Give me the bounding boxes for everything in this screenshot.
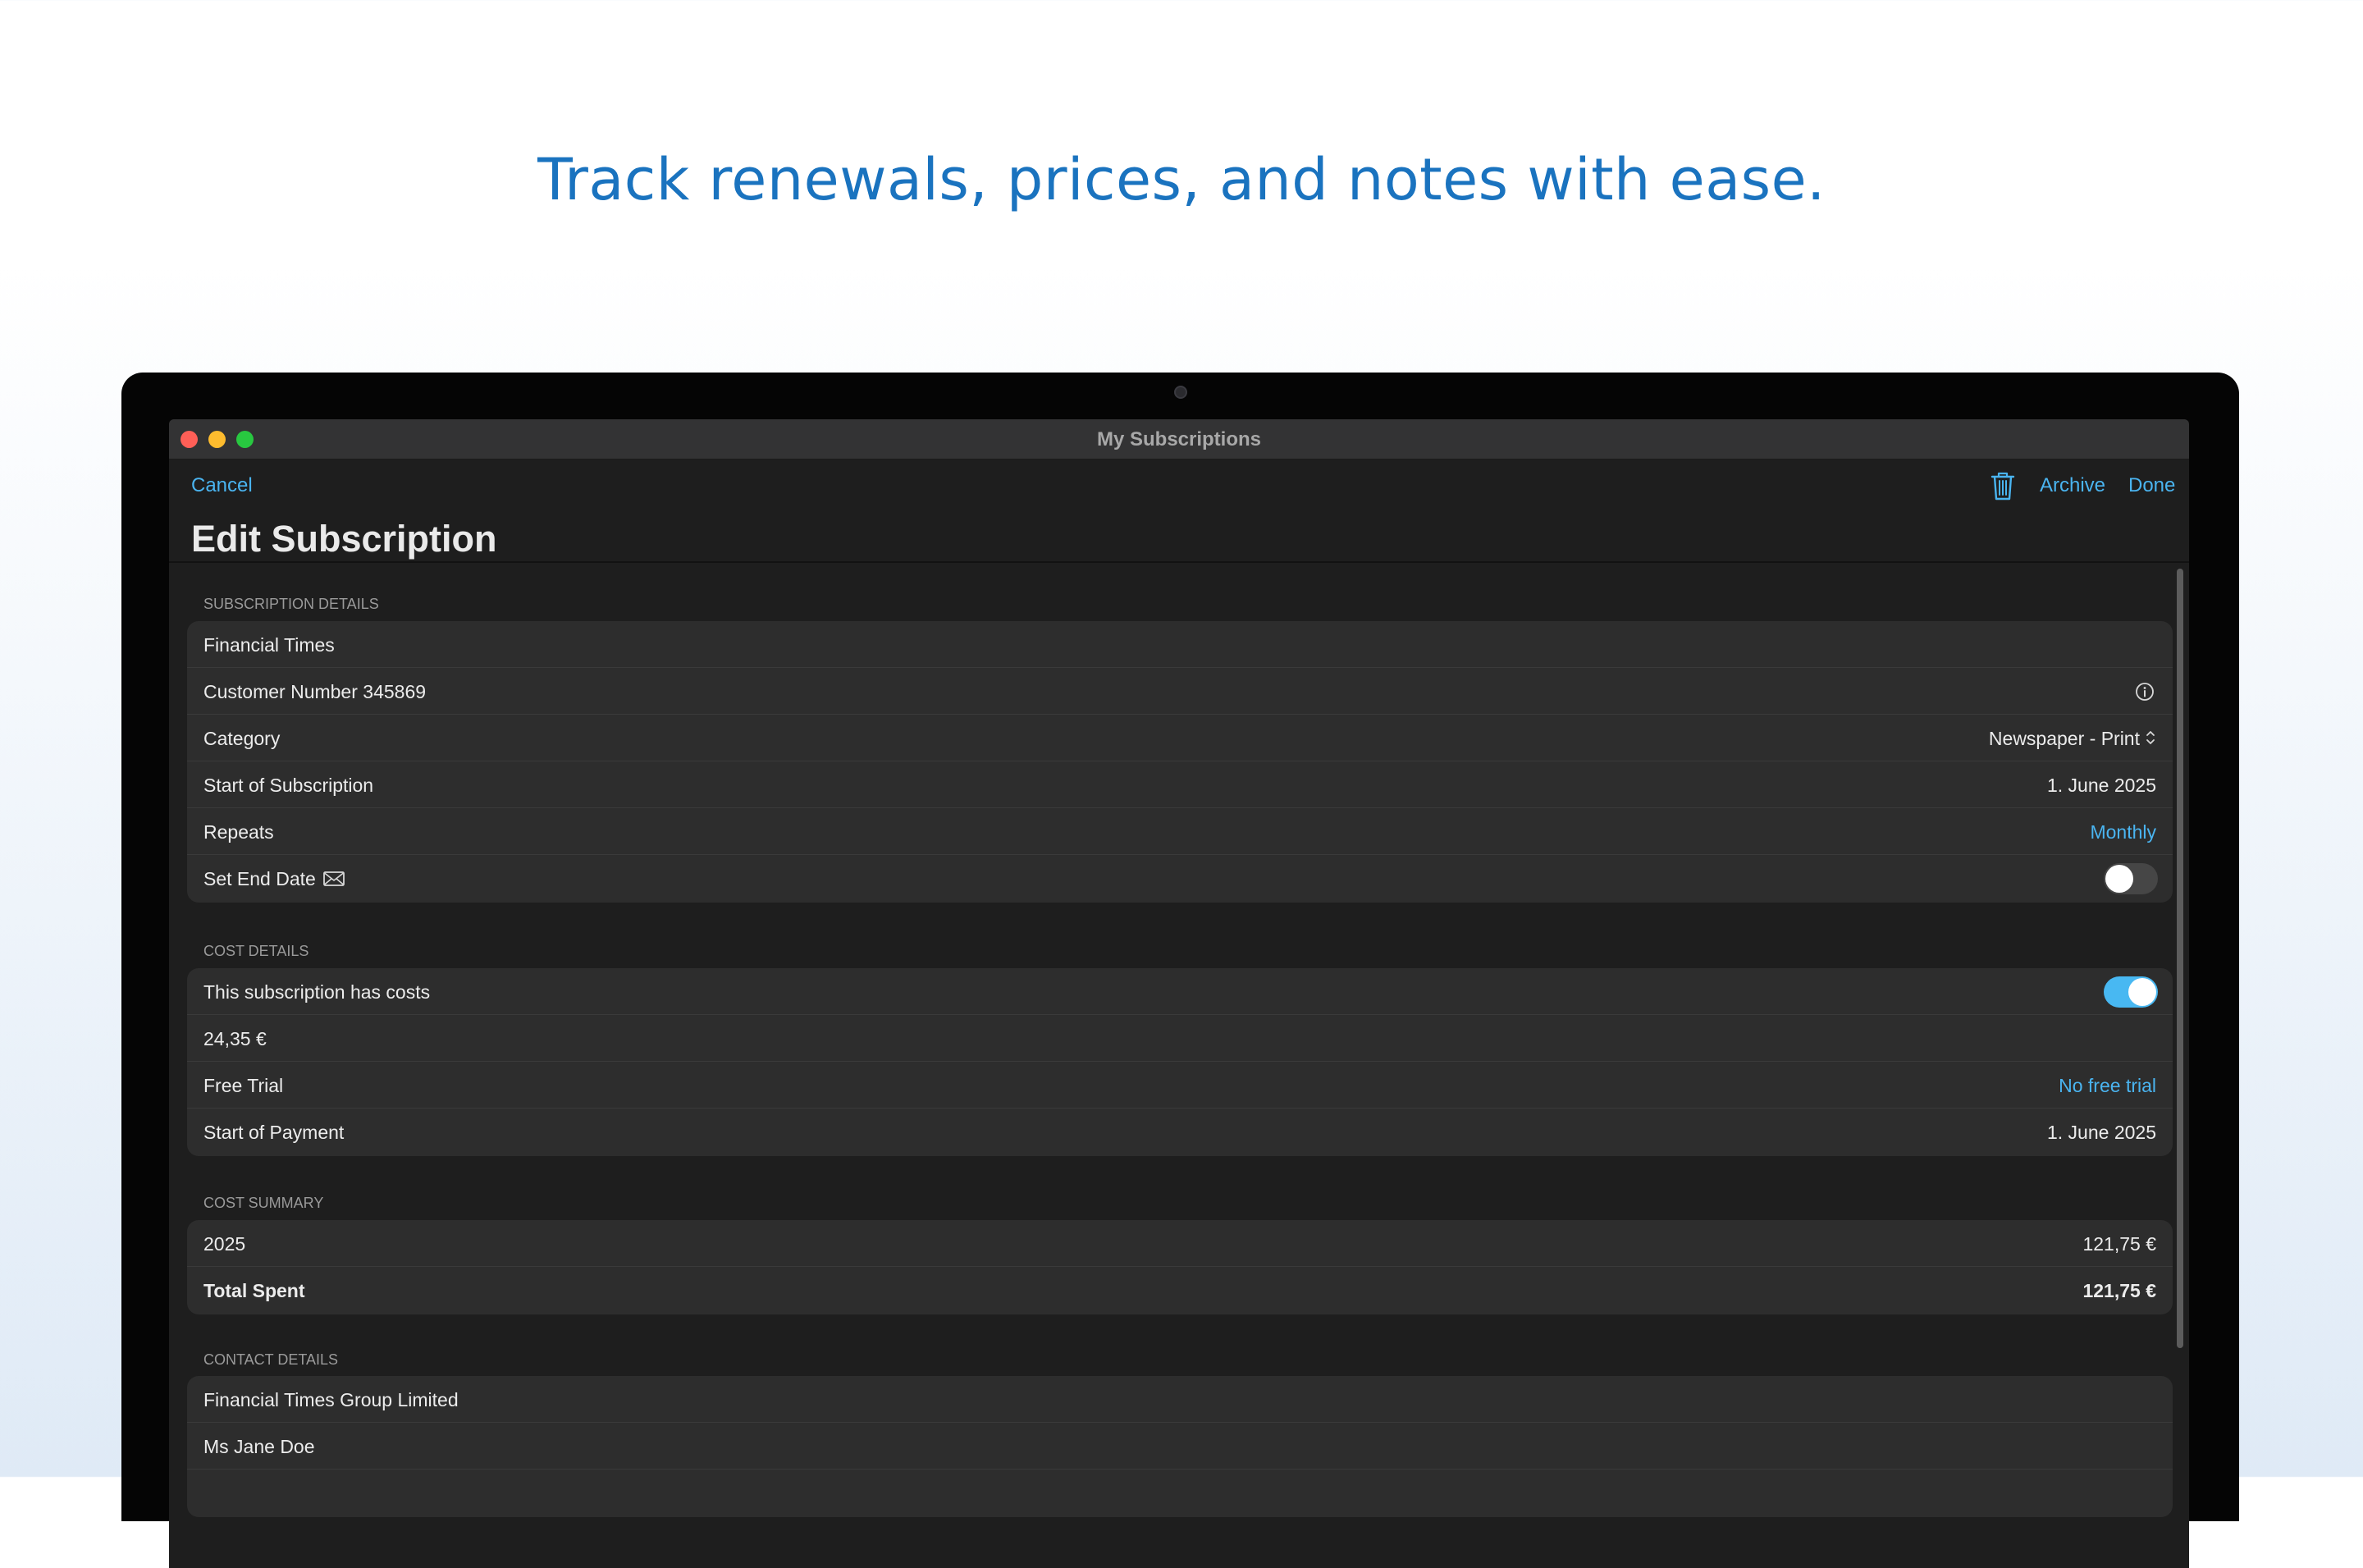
cost-summary-group: 2025 121,75 € Total Spent 121,75 € xyxy=(187,1220,2173,1314)
subscription-details-group: Financial Times Customer Number 345869 C… xyxy=(187,621,2173,903)
section-header-cost: COST DETAILS xyxy=(203,943,309,959)
category-row[interactable]: Category Newspaper - Print xyxy=(187,715,2173,761)
has-costs-row[interactable]: This subscription has costs xyxy=(187,968,2173,1015)
person-field[interactable]: Ms Jane Doe xyxy=(203,1436,315,1458)
payment-start-value[interactable]: 1. June 2025 xyxy=(2047,1122,2156,1144)
category-value: Newspaper - Print xyxy=(1988,728,2140,749)
toggle-knob xyxy=(2128,978,2156,1006)
chevron-updown-icon xyxy=(2146,731,2155,744)
toggle-knob xyxy=(2105,865,2133,893)
price-row[interactable]: 24,35 € xyxy=(187,1015,2173,1062)
app-window: My Subscriptions Cancel Archive Done Edi… xyxy=(169,419,2189,1568)
end-date-label-wrap: Set End Date xyxy=(203,868,345,890)
window-titlebar: My Subscriptions xyxy=(169,419,2189,459)
start-date-value[interactable]: 1. June 2025 xyxy=(2047,775,2156,797)
free-trial-value[interactable]: No free trial xyxy=(2059,1075,2156,1097)
person-row[interactable]: Ms Jane Doe xyxy=(187,1423,2173,1470)
total-spent-label: Total Spent xyxy=(203,1280,305,1301)
name-row[interactable]: Financial Times xyxy=(187,621,2173,668)
contact-details-group: Financial Times Group Limited Ms Jane Do… xyxy=(187,1376,2173,1517)
category-select[interactable]: Newspaper - Print xyxy=(1989,728,2156,750)
payment-start-row[interactable]: Start of Payment 1. June 2025 xyxy=(187,1109,2173,1156)
price-field[interactable]: 24,35 € xyxy=(203,1028,267,1050)
section-header-subscription: SUBSCRIPTION DETAILS xyxy=(203,596,379,612)
payment-start-label: Start of Payment xyxy=(203,1122,345,1143)
info-icon[interactable] xyxy=(2135,682,2155,702)
marketing-headline: Track renewals, prices, and notes with e… xyxy=(537,146,1826,213)
form-scroll-area[interactable]: SUBSCRIPTION DETAILS Financial Times Cus… xyxy=(169,563,2189,1568)
trash-icon[interactable] xyxy=(1989,470,2017,501)
repeats-row[interactable]: Repeats Monthly xyxy=(187,808,2173,855)
free-trial-label: Free Trial xyxy=(203,1075,284,1096)
has-costs-toggle[interactable] xyxy=(2104,976,2158,1008)
archive-button[interactable]: Archive xyxy=(2040,474,2105,497)
summary-year-value: 121,75 € xyxy=(2082,1233,2156,1255)
start-row[interactable]: Start of Subscription 1. June 2025 xyxy=(187,761,2173,808)
summary-total-row: Total Spent 121,75 € xyxy=(187,1267,2173,1314)
total-spent-value: 121,75 € xyxy=(2082,1280,2156,1301)
end-date-toggle[interactable] xyxy=(2104,863,2158,894)
repeats-value[interactable]: Monthly xyxy=(2090,821,2156,843)
summary-year-label: 2025 xyxy=(203,1233,246,1255)
section-header-summary: COST SUMMARY xyxy=(203,1195,324,1211)
customer-number-field[interactable]: Customer Number 345869 xyxy=(203,681,426,703)
end-date-row[interactable]: Set End Date xyxy=(187,855,2173,903)
category-label: Category xyxy=(203,728,281,749)
repeats-label: Repeats xyxy=(203,821,274,843)
customer-number-row[interactable]: Customer Number 345869 xyxy=(187,668,2173,715)
cost-details-group: This subscription has costs 24,35 € Free… xyxy=(187,968,2173,1156)
subscription-name-field[interactable]: Financial Times xyxy=(203,634,335,656)
page-title: Edit Subscription xyxy=(191,518,497,560)
section-header-contact: CONTACT DETAILS xyxy=(203,1351,339,1368)
end-date-label: Set End Date xyxy=(203,868,316,889)
start-label: Start of Subscription xyxy=(203,775,374,796)
has-costs-label: This subscription has costs xyxy=(203,981,431,1003)
summary-year-row: 2025 121,75 € xyxy=(187,1220,2173,1267)
done-button[interactable]: Done xyxy=(2128,474,2175,497)
window-title: My Subscriptions xyxy=(1096,428,1262,450)
company-field[interactable]: Financial Times Group Limited xyxy=(203,1389,459,1411)
cancel-button[interactable]: Cancel xyxy=(191,474,253,497)
camera-dot xyxy=(1174,386,1187,399)
scrollbar[interactable] xyxy=(2177,569,2183,1348)
envelope-icon xyxy=(322,871,345,886)
company-row[interactable]: Financial Times Group Limited xyxy=(187,1376,2173,1423)
free-trial-row[interactable]: Free Trial No free trial xyxy=(187,1062,2173,1109)
laptop-frame: My Subscriptions Cancel Archive Done Edi… xyxy=(121,373,2239,1568)
